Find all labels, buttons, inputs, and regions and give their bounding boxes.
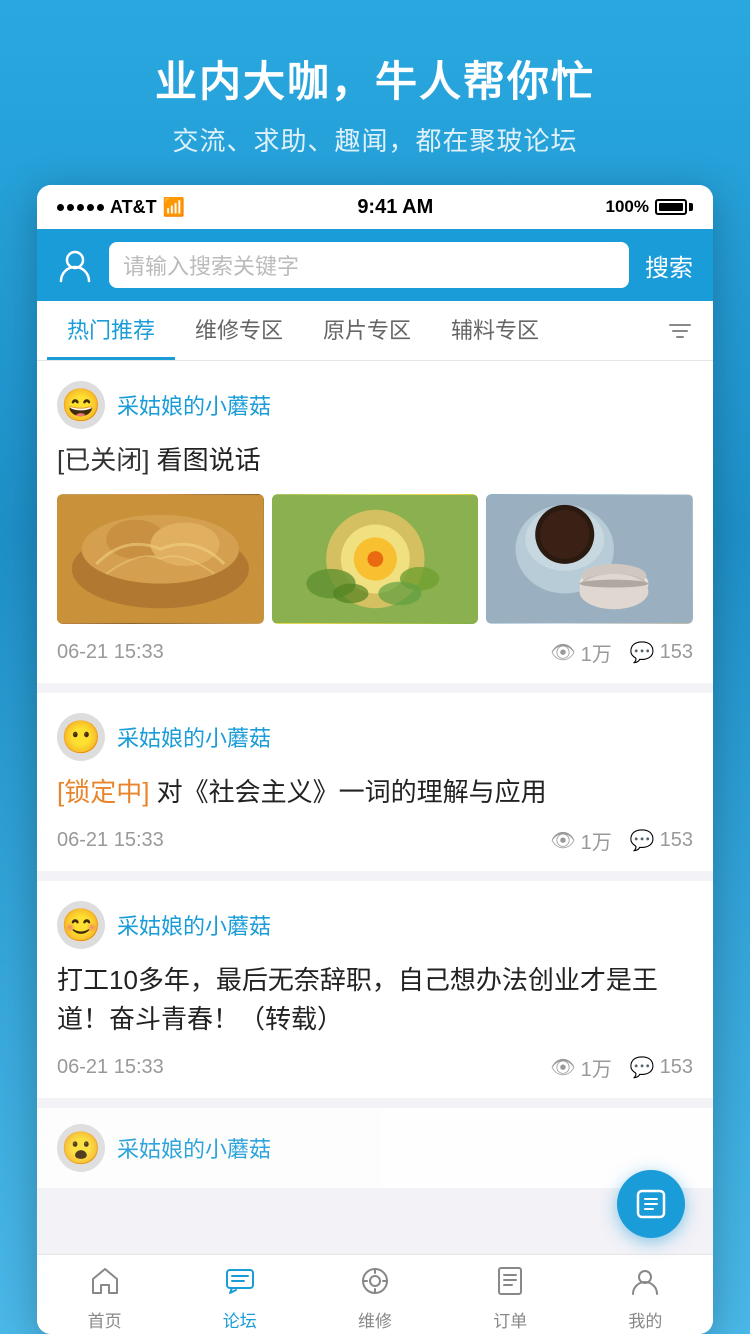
eye-icon: 👁	[550, 640, 575, 665]
tab-repair[interactable]: 维修专区	[175, 301, 303, 360]
post-title-1: [已关闭] 看图说话	[57, 441, 693, 480]
tab-navigation: 热门推荐 维修专区 原片专区 辅料专区	[37, 301, 713, 361]
home-icon	[89, 1265, 121, 1303]
views-count-2: 1万	[581, 826, 612, 855]
mine-icon	[629, 1265, 661, 1303]
fab-button[interactable]	[617, 1170, 685, 1238]
post-tag-closed: [已关闭]	[57, 445, 149, 475]
content-area: 😄 采姑娘的小蘑菇 [已关闭] 看图说话	[37, 361, 713, 1254]
post-image-1a	[57, 494, 264, 624]
tab-home-label: 首页	[88, 1307, 122, 1332]
tab-repair[interactable]: 维修	[307, 1257, 442, 1332]
author-partial: 采姑娘的小蘑菇	[117, 1132, 271, 1164]
post-date-1: 06-21 15:33	[57, 641, 164, 664]
post-author-3: 😊 采姑娘的小蘑菇	[57, 901, 693, 949]
repair-icon	[359, 1265, 391, 1303]
post-author-2: 😶 采姑娘的小蘑菇	[57, 713, 693, 761]
views-3: 👁 1万	[550, 1053, 612, 1082]
post-date-3: 06-21 15:33	[57, 1056, 164, 1079]
tab-hot[interactable]: 热门推荐	[47, 301, 175, 360]
search-placeholder: 请输入搜索关键字	[123, 249, 299, 281]
tab-mine-label: 我的	[628, 1307, 662, 1332]
signal-dots	[57, 204, 104, 211]
status-bar: AT&T 📶 9:41 AM 100%	[37, 185, 713, 229]
post-tag-locked: [锁定中]	[57, 777, 149, 807]
post-card-2[interactable]: 😶 采姑娘的小蘑菇 [锁定中] 对《社会主义》一词的理解与应用 06-21 15…	[37, 693, 713, 871]
comments-2: 💬 153	[630, 828, 693, 853]
search-bar: 请输入搜索关键字 搜索	[37, 229, 713, 301]
author-name-1: 采姑娘的小蘑菇	[117, 389, 271, 421]
tab-forum-label: 论坛	[223, 1307, 257, 1332]
comments-count-2: 153	[660, 829, 693, 852]
eye-icon-3: 👁	[550, 1055, 575, 1080]
post-card-3[interactable]: 😊 采姑娘的小蘑菇 打工10多年，最后无奈辞职，自己想办法创业才是王道！奋斗青春…	[37, 881, 713, 1098]
post-title-2: [锁定中] 对《社会主义》一词的理解与应用	[57, 773, 693, 812]
views-2: 👁 1万	[550, 826, 612, 855]
battery-percent: 100%	[606, 197, 649, 217]
phone-frame: AT&T 📶 9:41 AM 100% 请输入搜索关键字 搜索	[37, 185, 713, 1334]
post-title-main-2: 对《社会主义》一词的理解与应用	[149, 777, 546, 807]
author-name-2: 采姑娘的小蘑菇	[117, 721, 271, 753]
post-meta-2: 06-21 15:33 👁 1万 💬 153	[57, 826, 693, 855]
post-card-1[interactable]: 😄 采姑娘的小蘑菇 [已关闭] 看图说话	[37, 361, 713, 683]
views-count-3: 1万	[581, 1053, 612, 1082]
battery-icon	[655, 199, 693, 215]
hero-subtitle: 交流、求助、趣闻，都在聚玻论坛	[20, 121, 730, 158]
comment-icon-2: 💬	[630, 828, 655, 853]
post-image-1b	[272, 494, 479, 624]
hero-section: 业内大咖，牛人帮你忙 交流、求助、趣闻，都在聚玻论坛	[0, 0, 750, 188]
order-icon	[494, 1265, 526, 1303]
filter-button[interactable]	[657, 318, 703, 344]
tab-repair-label: 维修	[358, 1307, 392, 1332]
avatar-partial: 😮	[57, 1124, 105, 1172]
views-count-1: 1万	[581, 638, 612, 667]
post-image-1c	[486, 494, 693, 624]
post-stats-1: 👁 1万 💬 153	[550, 638, 693, 667]
status-time: 9:41 AM	[357, 196, 433, 219]
fab-icon	[633, 1186, 669, 1222]
post-title-main-1: 看图说话	[149, 445, 260, 475]
comment-icon-3: 💬	[630, 1055, 655, 1080]
post-meta-3: 06-21 15:33 👁 1万 💬 153	[57, 1053, 693, 1082]
post-images-1	[57, 494, 693, 624]
post-meta-1: 06-21 15:33 👁 1万 💬 153	[57, 638, 693, 667]
bottom-tab-bar: 首页 论坛 维修	[37, 1254, 713, 1334]
views-1: 👁 1万	[550, 638, 612, 667]
wifi-icon: 📶	[163, 197, 185, 218]
search-button[interactable]: 搜索	[641, 248, 697, 283]
status-right: 100%	[606, 197, 693, 217]
tab-order-label: 订单	[493, 1307, 527, 1332]
avatar-3: 😊	[57, 901, 105, 949]
comments-count-1: 153	[660, 641, 693, 664]
post-date-2: 06-21 15:33	[57, 829, 164, 852]
post-author-1: 😄 采姑娘的小蘑菇	[57, 381, 693, 429]
avatar-2: 😶	[57, 713, 105, 761]
tab-order[interactable]: 订单	[443, 1257, 578, 1332]
hero-title: 业内大咖，牛人帮你忙	[20, 48, 730, 109]
author-name-3: 采姑娘的小蘑菇	[117, 909, 271, 941]
comments-3: 💬 153	[630, 1055, 693, 1080]
status-left: AT&T 📶	[57, 197, 185, 218]
comment-icon-1: 💬	[630, 640, 655, 665]
filter-icon	[667, 318, 693, 344]
tab-material[interactable]: 辅料专区	[431, 301, 559, 360]
comments-count-3: 153	[660, 1056, 693, 1079]
avatar-1: 😄	[57, 381, 105, 429]
comments-1: 💬 153	[630, 640, 693, 665]
user-icon	[57, 247, 93, 283]
eye-icon-2: 👁	[550, 828, 575, 853]
post-title-3: 打工10多年，最后无奈辞职，自己想办法创业才是王道！奋斗青春！（转载）	[57, 961, 693, 1039]
search-input[interactable]: 请输入搜索关键字	[109, 242, 629, 288]
post-stats-3: 👁 1万 💬 153	[550, 1053, 693, 1082]
tab-forum[interactable]: 论坛	[172, 1257, 307, 1332]
tab-original[interactable]: 原片专区	[303, 301, 431, 360]
user-icon-button[interactable]	[53, 243, 97, 287]
tab-home[interactable]: 首页	[37, 1257, 172, 1332]
post-stats-2: 👁 1万 💬 153	[550, 826, 693, 855]
post-card-partial[interactable]: 😮 采姑娘的小蘑菇	[37, 1108, 713, 1188]
tab-mine[interactable]: 我的	[578, 1257, 713, 1332]
forum-icon	[224, 1265, 256, 1303]
carrier-label: AT&T	[110, 197, 157, 218]
